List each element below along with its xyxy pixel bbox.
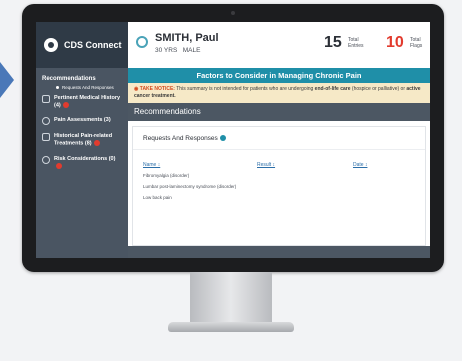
sidebar-item-label: Risk Considerations (0) <box>54 155 116 162</box>
patient-header: SMITH, Paul 30 YRS MALE 15 Total Entries … <box>128 22 430 68</box>
flag-icon <box>56 162 62 169</box>
notice-text-1: This summary is not intended for patient… <box>174 86 315 92</box>
camera-dot <box>231 11 235 15</box>
summary-banner: Factors to Consider in Managing Chronic … <box>128 68 430 83</box>
patient-age: 30 YRS <box>155 47 178 54</box>
requests-responses-card: Requests And Responses Name ↕ Result ↕ D… <box>132 126 426 246</box>
card-title: Requests And Responses <box>143 135 226 142</box>
column-date-header[interactable]: Date ↕ <box>353 162 367 168</box>
monitor-stand-base <box>168 322 294 332</box>
assessment-icon <box>42 117 50 126</box>
app-logo[interactable]: CDS Connect <box>36 22 128 68</box>
total-flags-count: 10 <box>386 34 404 51</box>
info-icon[interactable] <box>219 135 226 142</box>
history-icon <box>42 95 50 103</box>
total-flags-label: Total Flags <box>410 37 423 49</box>
app-screen: CDS Connect Recommendations Requests And… <box>36 22 430 258</box>
arrow-decoration <box>0 62 14 98</box>
total-entries-count: 15 <box>324 34 342 51</box>
patient-sex: MALE <box>182 47 201 54</box>
column-name-header[interactable]: Name ↕ <box>143 162 160 168</box>
sidebar-subitem-label: Requests And Responses <box>62 85 114 90</box>
bullet-icon <box>56 86 59 89</box>
sidebar: CDS Connect Recommendations Requests And… <box>36 22 128 258</box>
patient-demographics: 30 YRS MALE <box>155 47 200 54</box>
flag-icon <box>93 140 100 147</box>
table-row: Lumbar post-laminectomy syndrome (disord… <box>143 184 237 189</box>
main-content: SMITH, Paul 30 YRS MALE 15 Total Entries … <box>128 22 430 258</box>
next-section-header[interactable] <box>128 246 430 258</box>
notice-prefix: TAKE NOTICE: <box>139 86 175 92</box>
notice-box: ◉ TAKE NOTICE: This summary is not inten… <box>128 83 430 103</box>
notice-bold-1: end-of-life care <box>314 86 351 92</box>
treatment-icon <box>42 133 50 142</box>
sidebar-item-medical-history[interactable]: Pertinent Medical History (4) <box>36 90 128 112</box>
person-icon <box>136 36 148 48</box>
column-result-header[interactable]: Result ↕ <box>257 162 275 168</box>
warning-icon: ◉ <box>134 86 139 92</box>
card-divider <box>133 149 425 150</box>
sidebar-item-label: Pain Assessments (3) <box>54 117 111 124</box>
risk-icon <box>42 155 50 164</box>
total-entries-label: Total Entries <box>348 37 364 49</box>
table-row: Low back pain <box>143 195 172 200</box>
notice-text-2: (hospice or palliative) or <box>350 86 407 92</box>
monitor-frame: CDS Connect Recommendations Requests And… <box>22 4 444 272</box>
recommendations-header[interactable]: Recommendations <box>128 103 430 121</box>
patient-name: SMITH, Paul <box>155 32 219 44</box>
table-row: Fibromyalgia (disorder) <box>143 173 190 178</box>
sidebar-item-label: Historical Pain-related Treatments (8) <box>54 133 113 147</box>
sidebar-item-risk[interactable]: Risk Considerations (0) <box>36 151 128 173</box>
app-name: CDS Connect <box>64 40 122 50</box>
cds-logo-icon <box>44 38 58 52</box>
flag-icon <box>62 102 69 108</box>
sidebar-item-treatments[interactable]: Historical Pain-related Treatments (8) <box>36 128 128 150</box>
sidebar-item-pain-assessments[interactable]: Pain Assessments (3) <box>36 112 128 128</box>
sidebar-heading[interactable]: Recommendations <box>36 68 128 85</box>
